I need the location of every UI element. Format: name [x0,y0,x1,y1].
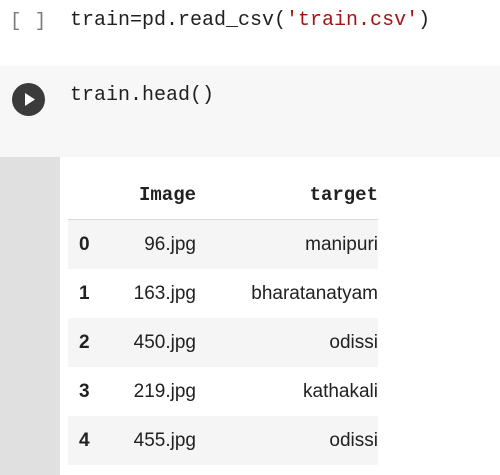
play-icon [25,93,35,106]
row-index: 0 [79,233,90,255]
execution-count[interactable]: [ ] [10,10,47,32]
column-header-index [68,170,111,220]
code-text-suffix: ) [418,9,431,32]
cell-separator [0,52,500,67]
cell-image: 219.jpg [133,380,196,402]
column-header-image: Image [111,170,196,220]
cell-image: 455.jpg [133,429,196,451]
code-editor-line[interactable]: train=pd.read_csv('train.csv') [70,8,430,34]
code-cell-read-csv[interactable]: [ ] train=pd.read_csv('train.csv') [0,0,500,52]
row-index: 2 [79,331,90,353]
cell-image: 96.jpg [144,233,196,255]
cell-target: odissi [329,331,378,353]
row-index: 1 [79,282,90,304]
table-row: 2 450.jpg odissi [68,318,378,367]
table-row: 1 163.jpg bharatanatyam [68,269,378,318]
cell-target: manipuri [305,233,378,255]
code-text: train=pd.read_csv( [70,9,287,32]
cell-output: Image target 0 96.jpg manipuri 1 163.jpg… [0,157,500,475]
output-gutter[interactable] [0,157,60,475]
row-index: 3 [79,380,90,402]
cell-image: 450.jpg [133,331,196,353]
cell-target: odissi [329,429,378,451]
cell-image: 163.jpg [133,282,196,304]
cell-target: kathakali [303,380,378,402]
table-row: 4 455.jpg odissi [68,416,378,465]
table-row: 0 96.jpg manipuri [68,219,378,269]
dataframe-table: Image target 0 96.jpg manipuri 1 163.jpg… [68,170,378,465]
code-editor-line[interactable]: train.head() [70,83,214,109]
code-cell-head[interactable]: train.head() [0,66,500,157]
cell-target: bharatanatyam [251,282,378,304]
code-string-literal: 'train.csv' [286,9,419,32]
table-header-row: Image target [68,170,378,220]
row-index: 4 [79,429,90,451]
column-header-target: target [196,170,378,220]
notebook-page: [ ] train=pd.read_csv('train.csv') train… [0,0,500,475]
run-cell-button[interactable] [12,83,45,116]
table-row: 3 219.jpg kathakali [68,367,378,416]
